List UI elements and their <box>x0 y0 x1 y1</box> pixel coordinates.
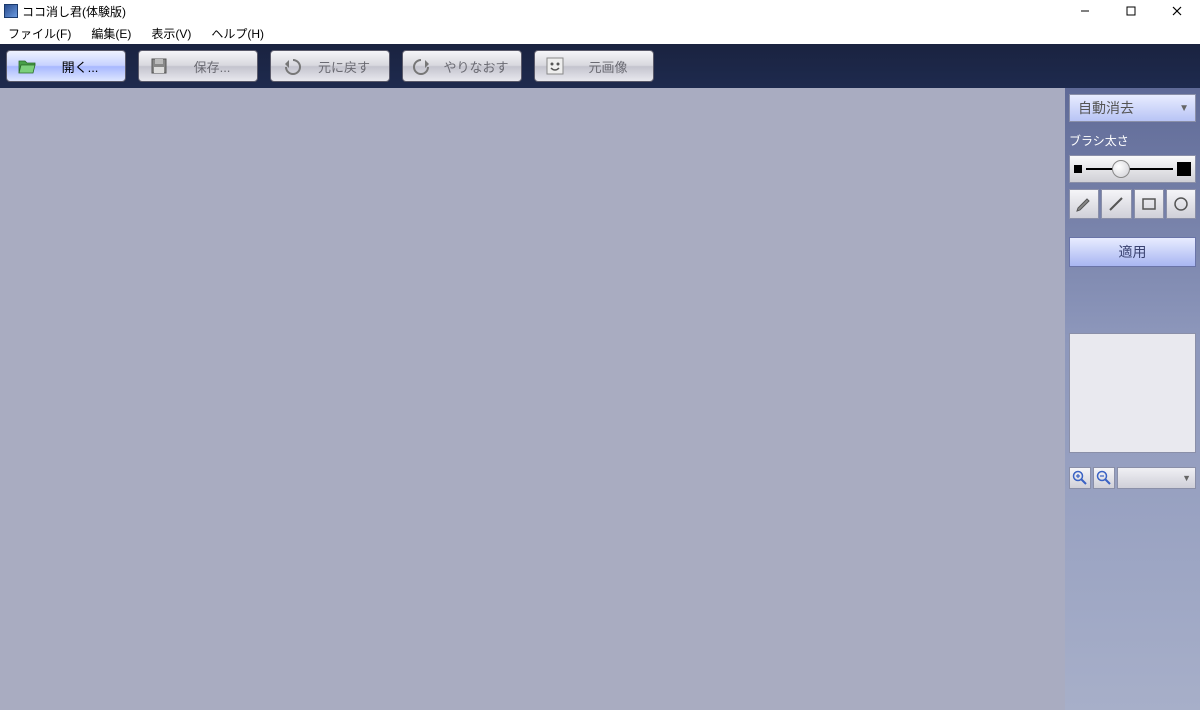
zoom-out-icon <box>1096 470 1112 486</box>
open-button[interactable]: 開く... <box>6 50 126 82</box>
tool-row <box>1069 189 1196 219</box>
close-button[interactable] <box>1154 0 1200 22</box>
brush-max-icon <box>1177 162 1191 176</box>
menu-help[interactable]: ヘルプ(H) <box>207 23 268 44</box>
undo-button[interactable]: 元に戻す <box>270 50 390 82</box>
menu-file[interactable]: ファイル(F) <box>4 23 75 44</box>
tool-line[interactable] <box>1101 189 1131 219</box>
menubar: ファイル(F) 編集(E) 表示(V) ヘルプ(H) <box>0 22 1200 44</box>
apply-button[interactable]: 適用 <box>1069 237 1196 267</box>
zoom-select[interactable]: ▼ <box>1117 467 1196 489</box>
brush-size-label: ブラシ太さ <box>1069 132 1196 149</box>
slider-thumb[interactable] <box>1112 160 1130 178</box>
tool-freehand[interactable] <box>1069 189 1099 219</box>
chevron-down-icon: ▼ <box>1179 103 1189 114</box>
brush-size-slider[interactable] <box>1069 155 1196 183</box>
original-label: 元画像 <box>573 57 643 76</box>
undo-icon <box>281 56 301 76</box>
chevron-down-icon: ▼ <box>1182 473 1191 483</box>
folder-open-icon <box>17 56 37 76</box>
menu-edit[interactable]: 編集(E) <box>87 23 135 44</box>
close-icon <box>1171 5 1183 17</box>
mode-select[interactable]: 自動消去 ▼ <box>1069 94 1196 122</box>
window-title: ココ消し君(体験版) <box>22 3 126 20</box>
zoom-out-button[interactable] <box>1093 467 1115 489</box>
tool-ellipse[interactable] <box>1166 189 1196 219</box>
smiley-icon <box>545 56 565 76</box>
pencil-icon <box>1075 195 1093 213</box>
maximize-icon <box>1125 5 1137 17</box>
minimize-button[interactable] <box>1062 0 1108 22</box>
zoom-in-button[interactable] <box>1069 467 1091 489</box>
zoom-in-icon <box>1072 470 1088 486</box>
floppy-icon <box>149 56 169 76</box>
canvas[interactable] <box>0 88 1065 710</box>
preview-panel <box>1069 333 1196 453</box>
undo-label: 元に戻す <box>309 57 379 76</box>
maximize-button[interactable] <box>1108 0 1154 22</box>
original-image-button[interactable]: 元画像 <box>534 50 654 82</box>
circle-icon <box>1172 195 1190 213</box>
zoom-controls: ▼ <box>1069 467 1196 489</box>
titlebar: ココ消し君(体験版) <box>0 0 1200 22</box>
slider-track <box>1086 168 1173 170</box>
app-icon <box>4 4 18 18</box>
side-panel: 自動消去 ▼ ブラシ太さ 適用 <box>1065 88 1200 710</box>
open-label: 開く... <box>45 57 115 76</box>
apply-label: 適用 <box>1119 242 1147 262</box>
tool-rectangle[interactable] <box>1134 189 1164 219</box>
brush-min-icon <box>1074 165 1082 173</box>
save-label: 保存... <box>177 57 247 76</box>
main-area: 自動消去 ▼ ブラシ太さ 適用 <box>0 88 1200 710</box>
menu-view[interactable]: 表示(V) <box>147 23 195 44</box>
redo-button[interactable]: やりなおす <box>402 50 522 82</box>
line-icon <box>1107 195 1125 213</box>
save-button[interactable]: 保存... <box>138 50 258 82</box>
minimize-icon <box>1079 5 1091 17</box>
rectangle-icon <box>1140 195 1158 213</box>
redo-label: やりなおす <box>441 57 511 76</box>
toolbar: 開く... 保存... 元に戻す やりなおす 元画像 <box>0 44 1200 88</box>
mode-select-value: 自動消去 <box>1078 98 1134 118</box>
redo-icon <box>413 56 433 76</box>
